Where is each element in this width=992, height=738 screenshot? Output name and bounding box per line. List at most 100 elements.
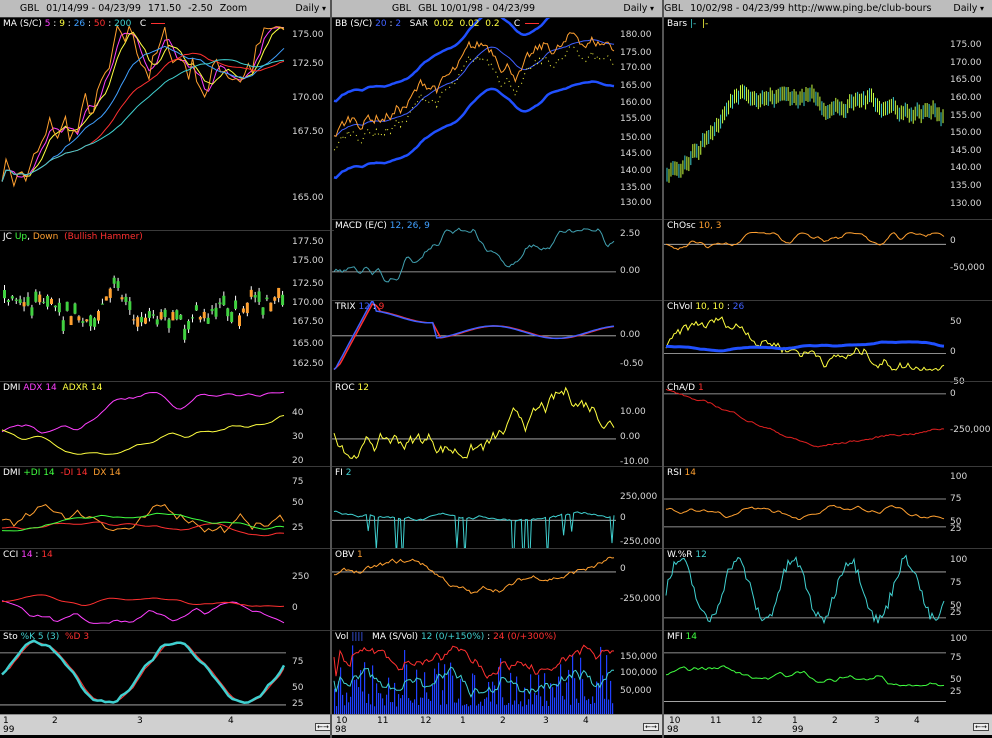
period-dropdown[interactable]: Daily (623, 0, 654, 17)
volume-bar (514, 700, 516, 715)
candle-body (159, 312, 163, 320)
indicator-title: W.%R 12 (667, 550, 707, 560)
candle-body (136, 317, 140, 327)
indicator-plot (0, 639, 286, 706)
volume-bar (360, 670, 362, 715)
candle-body (194, 305, 198, 311)
chaikin-ad-line (665, 388, 945, 448)
volume-bar (358, 687, 360, 715)
scroll-arrows-icon[interactable]: ←→ (315, 723, 331, 731)
volume-bar (588, 698, 590, 715)
volume-bar (424, 672, 426, 715)
month-label: 3 (137, 716, 143, 726)
indicator-title-part: : (369, 302, 379, 312)
indicator-title-part: DMI (3, 383, 24, 393)
scale-label: 150,000 (620, 652, 658, 662)
indicator-panel: CCI 14 : 14 250 0 (0, 548, 334, 630)
volume-bar (420, 697, 422, 715)
volume-bar (382, 698, 384, 715)
volume-bar (368, 693, 370, 715)
volume-bar (350, 696, 352, 715)
scale-label: 175.00 (292, 256, 324, 266)
volume-bar (376, 683, 378, 715)
volume-bar (342, 694, 344, 715)
scale-label: 130.00 (620, 198, 652, 208)
scroll-arrows-icon[interactable]: ←→ (973, 723, 989, 731)
adxr-line (1, 415, 285, 455)
indicator-title-part: MFI (667, 632, 686, 642)
indicator-title-part: 14 (685, 632, 697, 642)
close-line (1, 24, 285, 188)
chart-header-title: GBL 01/14/99 - 04/23/99 171.50 -2.50 Zoom (0, 0, 274, 17)
indicator-title: DMI ADX 14 ADXR 14 (3, 383, 102, 393)
candle-body (73, 303, 77, 314)
scale-label: 135.00 (950, 181, 982, 191)
candle-body (69, 316, 73, 326)
indicator-title-part: 12 (0/+150%) (420, 632, 485, 642)
volume-bar (378, 693, 380, 715)
candle-body (22, 302, 26, 307)
period-dropdown[interactable]: Daily (953, 0, 984, 17)
indicator-panel: W.%R 12 100 75 50 25 (664, 548, 992, 630)
indicator-title-part: C (499, 19, 524, 29)
volume-bar (450, 662, 452, 715)
indicator-title-part: RSI (667, 468, 685, 478)
header-zoom[interactable]: Zoom (220, 3, 247, 14)
volume-bar (438, 662, 440, 715)
indicator-plot (3, 275, 285, 343)
volume-bar (566, 682, 568, 715)
indicator-title-part: 0.2 (485, 19, 500, 29)
indicator-title-part: SAR (401, 19, 434, 29)
volume-bar (530, 674, 532, 715)
date-axis: 10 11 12 1 2 3 4 98 ←→ (332, 714, 662, 735)
scale-label: 0 (620, 564, 626, 574)
value-scale: 0 -250,000 (614, 549, 662, 630)
scale-label: 172.50 (292, 279, 324, 289)
scroll-arrows-icon[interactable]: ←→ (643, 723, 659, 731)
volume-bar (610, 680, 612, 715)
value-scale: 180.00 175.00 170.00 165.00 160.00 155.00 150.… (614, 18, 662, 219)
ma-9-line (1, 27, 285, 182)
header-range: GBL 10/01/98 - 04/23/99 (418, 3, 536, 14)
indicator-title: MFI 14 (667, 632, 697, 642)
volume-bar (398, 694, 400, 715)
indicator-title-part: MA (S/Vol) (363, 632, 421, 642)
volume-bar (416, 669, 418, 715)
volume-bar (354, 679, 356, 715)
chaikin-vol-avg-line (666, 340, 945, 353)
month-label: 3 (543, 716, 549, 726)
month-label: 4 (583, 716, 589, 726)
volume-bar (362, 691, 364, 715)
indicator-panel: TRIX 12 : 9 0.00 -0.50 (332, 300, 662, 381)
scale-label: 160.00 (620, 98, 652, 108)
volume-bar (410, 700, 412, 715)
value-scale: 75 50 25 (286, 631, 334, 714)
candle-body (202, 311, 206, 319)
indicator-title-part: 10, 10 (695, 302, 724, 312)
volume-bar (426, 692, 428, 715)
period-dropdown[interactable]: Daily (295, 0, 326, 17)
volume-bar (562, 695, 564, 715)
indicator-title-part: 10, 3 (698, 221, 722, 231)
candle-body (42, 301, 46, 303)
indicator-panel: RSI 14 100 75 50 25 (664, 466, 992, 548)
volume-bar (432, 685, 434, 715)
force-index-line (333, 510, 615, 549)
indicator-title-part: 0.02 (433, 19, 454, 29)
indicator-title-part: 12 (357, 383, 369, 393)
month-label: 11 (377, 716, 389, 726)
volume-bar (510, 672, 512, 715)
scale-label: 0 (292, 603, 298, 613)
volume-bar (346, 692, 348, 715)
indicator-title-part: 1 (697, 383, 704, 393)
candle-body (65, 301, 69, 311)
indicator-title: Sto %K 5 (3) %D 3 (3, 632, 89, 642)
indicator-plot (332, 556, 616, 595)
scale-label: 172.50 (292, 59, 324, 69)
candle-body (77, 316, 81, 321)
candle-body (144, 317, 147, 324)
chart-header-title: GBL 10/02/98 - 04/23/99 http://www.ping.b… (664, 0, 932, 17)
year-label: 99 (792, 725, 804, 735)
indicator-title: Vol |||| MA (S/Vol) 12 (0/+150%) : 24 (0… (335, 632, 556, 642)
value-scale: 0 -50,000 (944, 220, 992, 300)
